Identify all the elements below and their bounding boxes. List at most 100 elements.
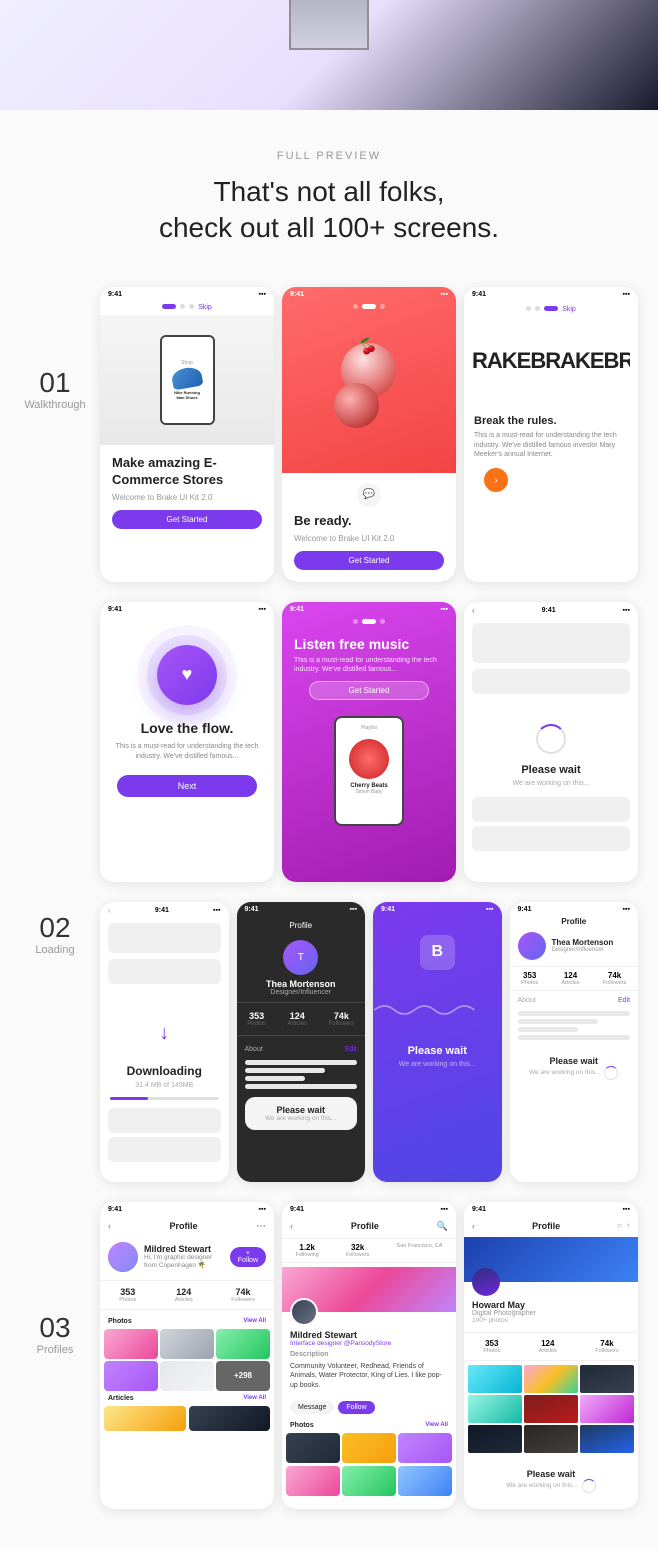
pl-status-bar: 9:41 ▪▪▪ (373, 902, 502, 915)
brake-card: 9:41 ▪▪▪ Skip RAKEBRAKEBRAKEBRAKE Break … (464, 287, 638, 582)
ms2-photo-2 (342, 1433, 396, 1463)
hm-share-icon[interactable]: ↑ (626, 1221, 630, 1230)
ms2-avatar-img (292, 1300, 316, 1324)
hm-status-bar: 9:41 ▪▪▪ (464, 1202, 638, 1215)
ppw-stat-3: 74k Followers (603, 971, 627, 986)
ppw-popup-sub: We are working on this... (529, 1069, 600, 1076)
ppw-about: About Edit (510, 993, 639, 1008)
hm-insta-9 (580, 1425, 634, 1453)
music-get-started-button[interactable]: Get Started (309, 681, 429, 700)
pwd-stat-followers-num: 74k (329, 1011, 355, 1021)
ppw-popup-title: Please wait (528, 1056, 621, 1066)
dl-placeholder-4 (108, 1137, 221, 1162)
ecommerce-content: Make amazing E-Commerce Stores Welcome t… (100, 445, 274, 539)
section-walkthrough: 01 Walkthrough 9:41 ▪▪▪ Skip (20, 287, 638, 582)
ms1-back: ‹ (108, 1221, 111, 1231)
brake-arrow-button[interactable]: › (484, 468, 508, 492)
love-title: Love the flow. (100, 720, 274, 736)
ms1-stat-followers-num: 74k (231, 1287, 255, 1297)
hm-search-icon[interactable]: ○ (617, 1221, 622, 1230)
skip-button[interactable]: Skip (198, 304, 212, 311)
ms2-message-button[interactable]: Message (290, 1401, 334, 1414)
ms1-stat-followers: 74k Followers (231, 1287, 255, 1303)
dot-3 (189, 304, 194, 309)
edit-text[interactable]: Edit (345, 1046, 357, 1053)
ecommerce-status-bar: 9:41 ▪▪▪ (100, 287, 274, 300)
ppw-line-1 (518, 1011, 631, 1016)
brake-title: Break the rules. (474, 415, 628, 427)
ms1-view-all[interactable]: View All (243, 1318, 266, 1325)
ms1-stat-followers-label: Followers (231, 1297, 255, 1303)
ppw-about-label: About (518, 997, 536, 1004)
ppw-line-2 (518, 1019, 599, 1024)
ms2-view-all[interactable]: View All (425, 1422, 448, 1429)
ppw-edit[interactable]: Edit (618, 997, 630, 1004)
cherry-dots (282, 300, 456, 313)
pw1-title: Please wait (464, 764, 638, 776)
ms1-time: 9:41 (108, 1206, 122, 1213)
hm-insta-5 (524, 1395, 578, 1423)
ms2-back: ‹ (290, 1221, 293, 1231)
ms1-follow-button[interactable]: + Follow (230, 1247, 266, 1267)
love-time: 9:41 (108, 606, 122, 613)
ppw-stat-2: 124 Articles (562, 971, 580, 986)
please-wait-popup: Please wait We are working on this... (245, 1097, 358, 1130)
mildred-card-1: 9:41 ▪▪▪ ‹ Profile ⋯ Mildred Stewart Hi,… (100, 1202, 274, 1509)
cherry-beats-artist: Simon Baby (340, 789, 398, 795)
ms2-status-bar: 9:41 ▪▪▪ (282, 1202, 456, 1215)
hm-cover (464, 1237, 638, 1282)
ms1-articles-view-all[interactable]: View All (243, 1395, 266, 1402)
cherry-image-area: 🍒 (282, 313, 456, 473)
pw1-time: 9:41 (542, 607, 556, 614)
ppw-popup: Please wait We are working on this... (518, 1048, 631, 1088)
hm-avatar (472, 1268, 500, 1296)
ppw-stats: 353 Photos 124 Articles 74k Followers (510, 966, 639, 991)
ms2-photo-4 (286, 1466, 340, 1496)
ppw-status-bar: 9:41 ▪▪▪ (510, 902, 639, 915)
full-preview-section: FULL PREVIEW That's not all folks,check … (0, 110, 658, 277)
ppw-stat-2-num: 124 (562, 971, 580, 980)
hm-insta-6 (580, 1395, 634, 1423)
music-inner-phone: Playlist Cherry Beats Simon Baby (334, 716, 404, 826)
ecommerce-time: 9:41 (108, 291, 122, 298)
hm-insta-3 (580, 1365, 634, 1393)
music-dot-2 (362, 619, 376, 624)
profiles-phones: 9:41 ▪▪▪ ‹ Profile ⋯ Mildred Stewart Hi,… (100, 1202, 638, 1509)
cherry-time: 9:41 (290, 291, 304, 298)
love-next-button[interactable]: Next (117, 775, 256, 797)
ms2-header-label: Profile (351, 1221, 379, 1231)
pwd-avatar-initial: T (298, 952, 304, 963)
hm-stat-3-num: 74k (595, 1339, 619, 1348)
ms1-photos-text: Photos (108, 1318, 132, 1325)
brake-skip-button[interactable]: Skip (562, 306, 576, 313)
hm-stat-3-label: Followers (595, 1348, 619, 1354)
about-text: About (245, 1046, 263, 1053)
music-dots (282, 615, 456, 628)
section2-label: 02 Loading (20, 902, 90, 956)
cherry-dot-3 (380, 304, 385, 309)
ms1-bio: Hi, I'm graphic designer from Copenhagen… (144, 1254, 224, 1269)
ms2-header-search[interactable]: 🔍 (437, 1221, 448, 1232)
pwd-stat-articles: 124 Articles (287, 1011, 307, 1027)
pwd-status-bar: 9:41 ▪▪▪ (237, 902, 366, 915)
ms2-follow-button[interactable]: Follow (338, 1401, 374, 1414)
hm-insta-2 (524, 1365, 578, 1393)
cherry-get-started-button[interactable]: Get Started (294, 551, 444, 570)
downloading-size: 31.4 MB of 145MB (100, 1082, 229, 1089)
love-heart-circle: ♥ (157, 645, 217, 705)
ms2-avatar-overlap (290, 1298, 318, 1326)
ms1-avatar (108, 1242, 138, 1272)
dl-status-icons: ▪▪▪ (213, 907, 220, 914)
ppw-stat-3-num: 74k (603, 971, 627, 980)
section2-name: Loading (20, 944, 90, 956)
ms2-cover (282, 1267, 456, 1312)
purple-please-wait: Please wait (373, 1045, 502, 1057)
brake-dot-3 (544, 306, 558, 311)
howard-card: 9:41 ▪▪▪ ‹ Profile ○ ↑ Howard May Digit (464, 1202, 638, 1509)
hm-name: Howard May (472, 1300, 630, 1310)
section2-spacer (20, 602, 90, 622)
pw1-placeholder-1 (472, 623, 630, 663)
pw1-status-icons: ▪▪▪ (623, 607, 630, 614)
pw1-desc: We are working on this... (464, 780, 638, 787)
ecommerce-get-started-button[interactable]: Get Started (112, 510, 262, 529)
